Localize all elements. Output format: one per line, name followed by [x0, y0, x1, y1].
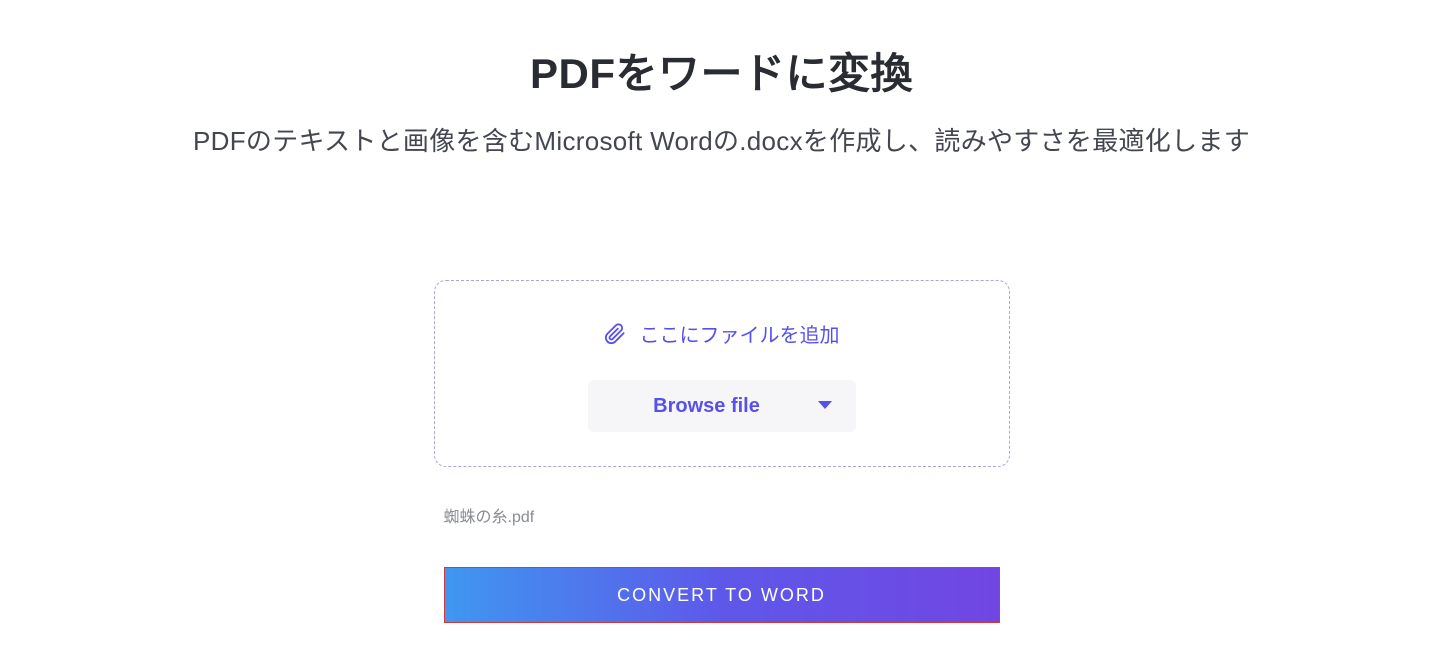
browse-file-label: Browse file [653, 395, 760, 418]
dropzone-text: ここにファイルを追加 [640, 319, 840, 348]
convert-to-word-button[interactable]: CONVERT TO WORD [444, 567, 1000, 623]
page-title: PDFをワードに変換 [530, 40, 913, 101]
dropzone-label-row: ここにファイルを追加 [604, 319, 840, 348]
file-dropzone[interactable]: ここにファイルを追加 Browse file [434, 280, 1010, 467]
selected-filename: 蜘蛛の糸.pdf [444, 509, 535, 526]
convert-button-label: CONVERT TO WORD [617, 585, 826, 606]
selected-file-row: 蜘蛛の糸.pdf [444, 503, 1000, 527]
page-subtitle: PDFのテキストと画像を含むMicrosoft Wordの.docxを作成し、読… [193, 121, 1250, 158]
paperclip-icon [604, 323, 626, 345]
caret-down-icon [818, 401, 832, 411]
browse-file-button[interactable]: Browse file [588, 380, 856, 432]
